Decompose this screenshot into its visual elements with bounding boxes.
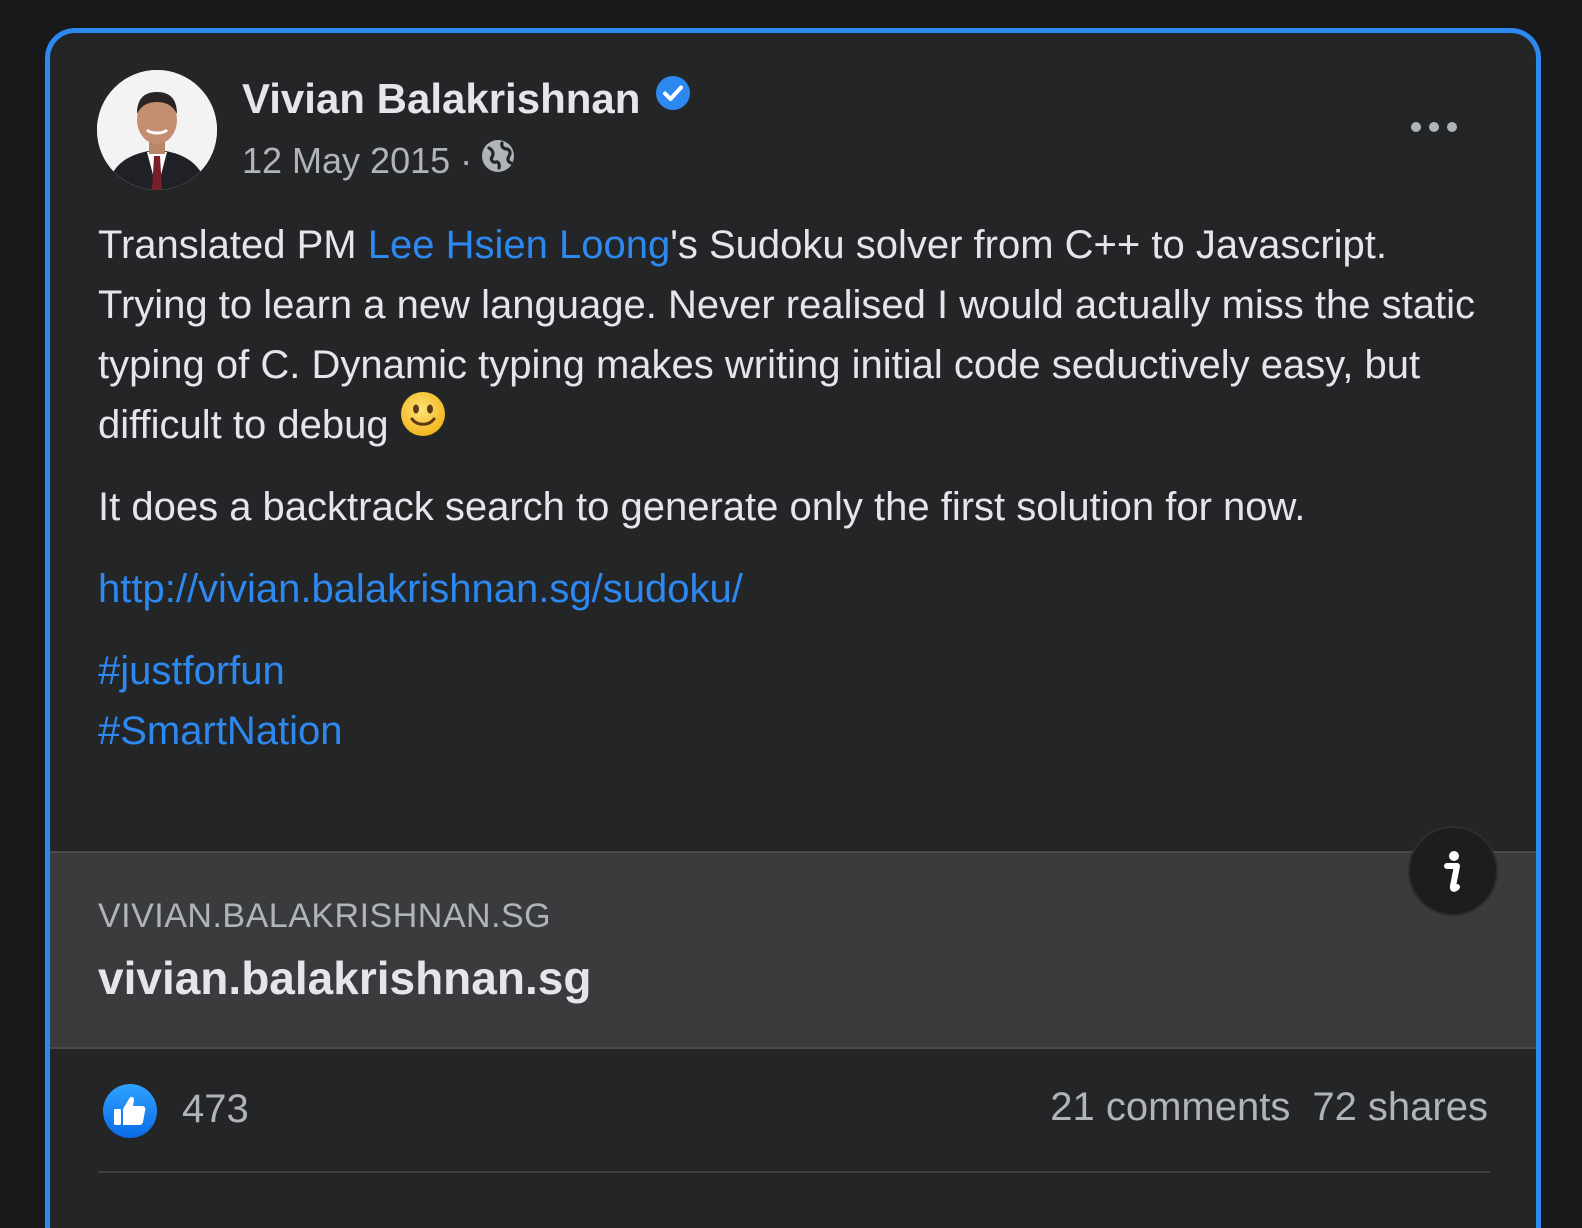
author-name[interactable]: Vivian Balakrishnan [242,75,640,122]
hashtag-list: #justforfun #SmartNation [98,641,1498,761]
post-paragraph-2: It does a backtrack search to generate o… [98,485,1306,529]
post-link-paragraph: http://vivian.balakrishnan.sg/sudoku/ [98,559,1498,619]
engagement-bar: 473 21 comments 72 shares [50,1073,1536,1153]
preview-domain: VIVIAN.BALAKRISHNAN.SG [98,897,552,935]
post-date[interactable]: 12 May 2015 [242,140,450,181]
post-paragraph: Translated PM Lee Hsien Loong's Sudoku s… [98,215,1498,455]
paragraph-prefix: Translated PM [98,223,368,267]
post-card: Vivian Balakrishnan 12 May 2015 · Transl… [45,28,1541,1228]
hashtag-link[interactable]: #justforfun [98,649,285,693]
smiley-emoji-icon [399,390,447,455]
hashtag-link[interactable]: #SmartNation [98,709,343,753]
post-header: Vivian Balakrishnan 12 May 2015 · [50,33,1536,213]
post-url-link[interactable]: http://vivian.balakrishnan.sg/sudoku/ [98,567,743,611]
avatar-photo [97,70,217,190]
engagement-counts: 21 comments 72 shares [1050,1085,1488,1130]
mention-link[interactable]: Lee Hsien Loong [368,223,670,267]
like-count[interactable]: 473 [182,1087,249,1132]
verified-badge-icon [654,74,692,122]
like-reaction-icon[interactable] [102,1083,158,1139]
preview-title[interactable]: vivian.balakrishnan.sg [98,951,591,1005]
shares-count[interactable]: 72 shares [1312,1085,1488,1129]
info-icon[interactable] [1408,826,1498,916]
globe-icon[interactable] [480,138,516,183]
post-meta: 12 May 2015 · [242,138,516,183]
meta-separator: · [460,140,473,181]
post-text: Translated PM Lee Hsien Loong's Sudoku s… [98,215,1498,761]
more-options-icon[interactable] [1404,107,1464,147]
divider [98,1171,1490,1173]
author-name-row: Vivian Balakrishnan [242,75,692,123]
avatar[interactable] [97,70,217,190]
link-preview[interactable]: VIVIAN.BALAKRISHNAN.SG vivian.balakrishn… [50,851,1536,1049]
comments-count[interactable]: 21 comments [1050,1085,1290,1129]
